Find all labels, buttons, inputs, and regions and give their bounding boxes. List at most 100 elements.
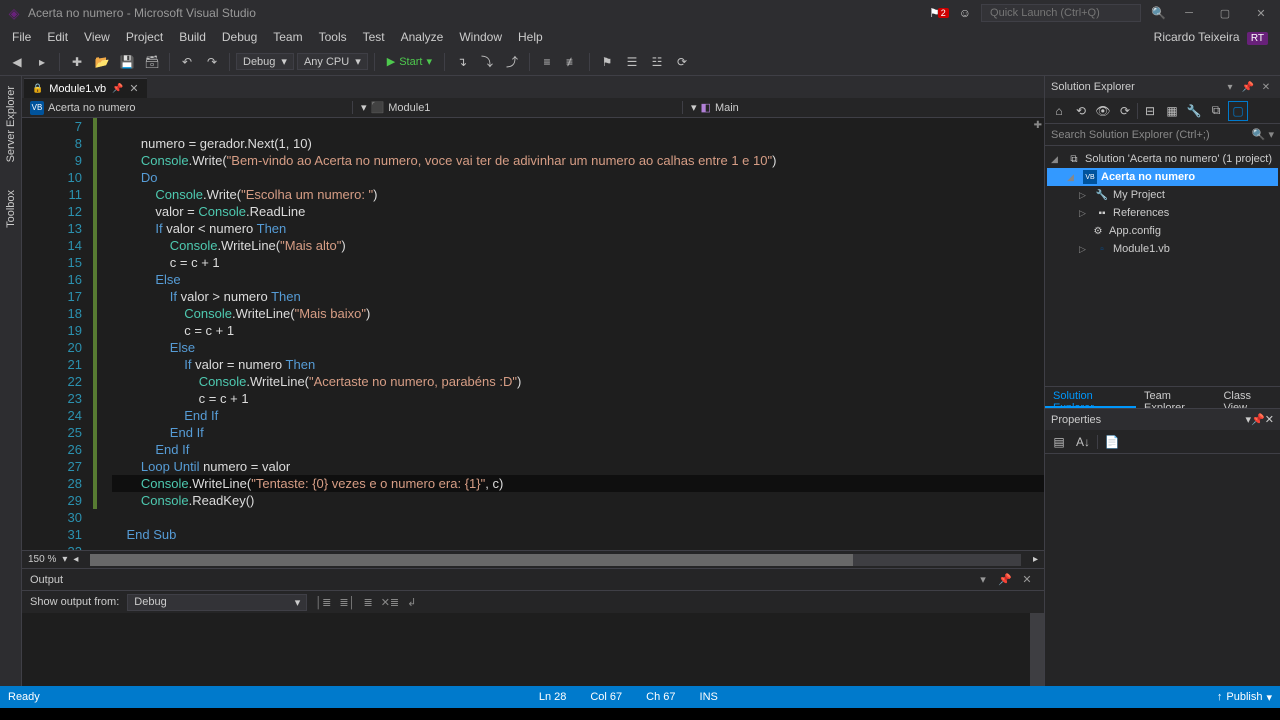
menu-project[interactable]: Project (118, 28, 171, 46)
se-back-icon[interactable]: ⟲ (1071, 101, 1091, 121)
save-all-button[interactable]: 🗃 (141, 51, 163, 73)
vb-file-icon: ▫ (1095, 242, 1109, 256)
output-toolbtn-1[interactable]: │≣ (315, 596, 331, 609)
se-pin-icon[interactable]: 📌 (1240, 79, 1256, 95)
zoom-level[interactable]: 150 % (28, 554, 56, 565)
hscroll-right-icon[interactable]: ▸ (1033, 554, 1038, 565)
vb-project-icon: VB (30, 101, 44, 115)
platform-combo[interactable]: Any CPU▾ (297, 53, 368, 70)
solution-tree[interactable]: ◢⧉Solution 'Acerta no numero' (1 project… (1045, 146, 1280, 386)
bookmark-button[interactable]: ⚑ (596, 51, 618, 73)
tree-module1-node[interactable]: ▷▫Module1.vb (1047, 240, 1278, 258)
menu-debug[interactable]: Debug (214, 28, 265, 46)
redo-button[interactable]: ↷ (201, 51, 223, 73)
notifications-flag-icon[interactable]: ⚑2 (929, 6, 949, 20)
tab-class-view[interactable]: Class View (1215, 387, 1280, 408)
menu-tools[interactable]: Tools (311, 28, 355, 46)
menu-file[interactable]: File (4, 28, 39, 46)
se-showall-icon[interactable]: ▦ (1162, 101, 1182, 121)
hscroll-left-icon[interactable]: ◂ (73, 554, 78, 565)
tree-appconfig-node[interactable]: ⚙App.config (1047, 222, 1278, 240)
minimize-button[interactable]: ─ (1176, 3, 1202, 23)
start-debug-button[interactable]: ▶ Start ▾ (381, 55, 438, 68)
pin-icon[interactable]: 📌 (112, 83, 123, 94)
maximize-button[interactable]: ▢ (1212, 3, 1238, 23)
tab-team-explorer[interactable]: Team Explorer (1136, 387, 1215, 408)
se-properties-icon[interactable]: 🔧 (1184, 101, 1204, 121)
tab-close-icon[interactable]: ✕ (129, 82, 138, 95)
output-vscrollbar[interactable] (1030, 613, 1044, 686)
menu-edit[interactable]: Edit (39, 28, 76, 46)
props-categorized-icon[interactable]: ▤ (1049, 432, 1069, 452)
se-home-icon[interactable]: ⌂ (1049, 101, 1069, 121)
comment-button[interactable]: ≡ (536, 51, 558, 73)
signed-in-user[interactable]: Ricardo Teixeira RT (1146, 28, 1276, 46)
se-dropdown-icon[interactable]: ▾ (1222, 79, 1238, 95)
menu-analyze[interactable]: Analyze (393, 28, 452, 46)
search-icon[interactable]: 🔍 (1151, 6, 1166, 20)
step-into-button[interactable]: ↴ (451, 51, 473, 73)
se-view-icon[interactable]: ⧉ (1206, 101, 1226, 121)
output-wrap-button[interactable]: ↲ (407, 596, 416, 609)
output-toolbtn-3[interactable]: ≣ (363, 596, 372, 609)
se-sync-icon[interactable]: 👁 (1093, 101, 1113, 121)
new-project-button[interactable]: ✚ (66, 51, 88, 73)
toolbar-btn-a[interactable]: ☰ (621, 51, 643, 73)
document-tab-module1[interactable]: 🔒 Module1.vb 📌 ✕ (24, 78, 147, 98)
undo-button[interactable]: ↶ (176, 51, 198, 73)
publish-button[interactable]: ↑ Publish ▾ (1217, 691, 1272, 704)
split-plus-icon[interactable]: ✚ (1034, 120, 1042, 131)
step-over-button[interactable]: ⤵ (476, 51, 498, 73)
config-combo[interactable]: Debug▾ (236, 53, 294, 70)
se-refresh-icon[interactable]: ⟳ (1115, 101, 1135, 121)
toolbar-btn-c[interactable]: ⟳ (671, 51, 693, 73)
feedback-icon[interactable]: ☺ (959, 6, 971, 20)
nav-back-button[interactable]: ◀ (6, 51, 28, 73)
properties-body (1045, 454, 1280, 686)
quick-launch-input[interactable] (981, 4, 1141, 22)
output-clear-button[interactable]: ✕≣ (381, 596, 399, 609)
hscrollbar[interactable] (90, 554, 1021, 566)
open-file-button[interactable]: 📂 (91, 51, 113, 73)
menu-test[interactable]: Test (355, 28, 393, 46)
tab-solution-explorer[interactable]: Solution Explorer (1045, 387, 1136, 408)
output-pin-icon[interactable]: 📌 (996, 571, 1014, 589)
server-explorer-tab[interactable]: Server Explorer (3, 80, 19, 168)
menu-help[interactable]: Help (510, 28, 551, 46)
output-close-icon[interactable]: ✕ (1018, 571, 1036, 589)
output-dropdown-icon[interactable]: ▾ (974, 571, 992, 589)
tree-project-node[interactable]: ◢VBAcerta no numero (1047, 168, 1278, 186)
tree-references-node[interactable]: ▷▪▪References (1047, 204, 1278, 222)
menu-team[interactable]: Team (265, 28, 310, 46)
tree-solution-node[interactable]: ◢⧉Solution 'Acerta no numero' (1 project… (1047, 150, 1278, 168)
props-pages-icon[interactable]: 📄 (1102, 432, 1122, 452)
line-number-gutter: 7891011121314151617181920212223242526272… (22, 118, 104, 550)
method-combo[interactable]: ▾ ◧ Main (682, 101, 1044, 114)
menu-view[interactable]: View (76, 28, 118, 46)
code-editor[interactable]: 7891011121314151617181920212223242526272… (22, 118, 1044, 550)
tree-myproject-node[interactable]: ▷🔧My Project (1047, 186, 1278, 204)
menu-window[interactable]: Window (451, 28, 510, 46)
step-out-button[interactable]: ⤴ (501, 51, 523, 73)
save-button[interactable]: 💾 (116, 51, 138, 73)
uncomment-button[interactable]: ≢ (561, 51, 583, 73)
se-collapse-icon[interactable]: ⊟ (1140, 101, 1160, 121)
class-combo[interactable]: ▾ ⬛ Module1 (352, 101, 682, 114)
props-close-icon[interactable]: ✕ (1265, 414, 1274, 426)
props-pin-icon[interactable]: 📌 (1251, 414, 1265, 426)
nav-fwd-button[interactable]: ▸ (31, 51, 53, 73)
close-button[interactable]: ✕ (1248, 3, 1274, 23)
se-close-icon[interactable]: ✕ (1258, 79, 1274, 95)
title-bar: ◈ Acerta no numero - Microsoft Visual St… (0, 0, 1280, 26)
project-scope-combo[interactable]: VB Acerta no numero (22, 101, 352, 115)
toolbar-btn-b[interactable]: ☳ (646, 51, 668, 73)
output-body[interactable] (22, 613, 1044, 686)
toolbox-tab[interactable]: Toolbox (3, 184, 19, 234)
se-search-input[interactable]: Search Solution Explorer (Ctrl+;) 🔍 ▾ (1045, 124, 1280, 146)
se-preview-icon[interactable]: ▢ (1228, 101, 1248, 121)
output-toolbtn-2[interactable]: ≣│ (339, 596, 355, 609)
code-body[interactable]: numero = gerador.Next(1, 10) Console.Wri… (104, 118, 1044, 550)
props-alpha-icon[interactable]: A↓ (1073, 432, 1093, 452)
output-source-combo[interactable]: Debug▾ (127, 594, 307, 611)
menu-build[interactable]: Build (171, 28, 214, 46)
